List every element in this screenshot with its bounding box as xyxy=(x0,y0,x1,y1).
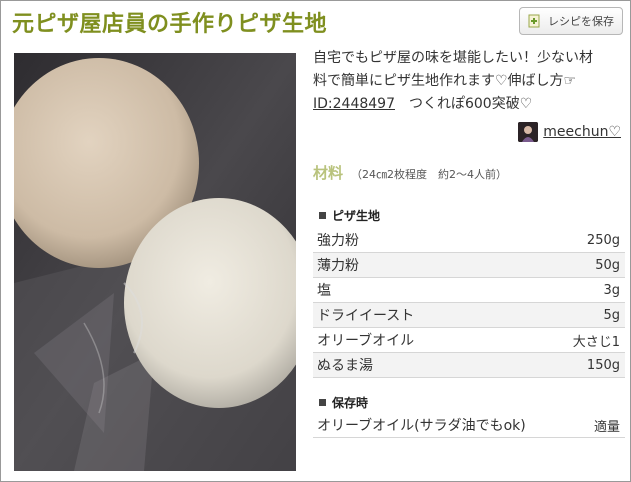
ingredient-name: 強力粉 xyxy=(317,233,359,249)
ingredient-row: 薄力粉 50g xyxy=(313,253,625,278)
ingredient-name: ぬるま湯 xyxy=(317,358,373,374)
ingredient-row: オリーブオイル 大さじ1 xyxy=(313,328,625,353)
description-line-3: ID:2448497 つくれぽ600突破♡ xyxy=(313,93,625,116)
ingredient-amount: 3g xyxy=(603,282,620,298)
author-block[interactable]: meechun♡ xyxy=(518,122,621,142)
ingredient-row: ドライイースト 5g xyxy=(313,303,625,328)
bookmark-plus-icon xyxy=(528,14,540,28)
recipe-photo xyxy=(14,53,296,471)
ingredient-row: オリーブオイル(サラダ油でもok) 適量 xyxy=(313,413,625,438)
ingredient-name: 薄力粉 xyxy=(317,258,359,274)
ingredient-amount: 150g xyxy=(586,357,620,373)
save-recipe-button[interactable]: レシピを保存 xyxy=(519,7,623,35)
ingredient-name: オリーブオイル xyxy=(317,333,415,349)
ingredient-amount: 適量 xyxy=(593,419,620,435)
description-tail: つくれぽ600突破♡ xyxy=(394,96,533,112)
section-title: ピザ生地 xyxy=(332,208,381,223)
ingredient-amount: 250g xyxy=(586,232,620,248)
ingredient-name: オリーブオイル(サラダ油でもok) xyxy=(317,418,526,434)
ingredient-name: ドライイースト xyxy=(317,308,415,324)
ingredients-title: 材料 xyxy=(313,164,344,182)
square-bullet-icon xyxy=(319,398,326,406)
avatar xyxy=(518,122,539,142)
ingredient-row: 塩 3g xyxy=(313,278,625,303)
ingredient-row: 強力粉 250g xyxy=(313,228,625,253)
description-line-2: 料で簡単にピザ生地作れます♡伸ばし方☞ xyxy=(313,73,577,89)
ingredient-name: 塩 xyxy=(317,283,331,299)
servings-note: （24㎝2枚程度 約2〜4人前） xyxy=(351,168,508,181)
save-recipe-label: レシピを保存 xyxy=(548,15,614,28)
ingredient-row: ぬるま湯 150g xyxy=(313,353,625,378)
square-bullet-icon xyxy=(319,211,326,219)
ingredient-amount: 5g xyxy=(603,307,620,323)
ingredient-section-header: 保存時 xyxy=(313,392,625,412)
ingredients-header: 材料 （24㎝2枚程度 約2〜4人前） xyxy=(313,162,507,183)
ingredient-amount: 大さじ1 xyxy=(572,334,620,350)
recipe-id-link[interactable]: ID:2448497 xyxy=(313,96,395,112)
recipe-title: 元ピザ屋店員の手作りピザ生地 xyxy=(12,12,328,37)
description-line-1: 自宅でもピザ屋の味を堪能したい！少ない材 xyxy=(313,50,593,66)
recipe-description: 自宅でもピザ屋の味を堪能したい！少ない材 料で簡単にピザ生地作れます♡伸ばし方☞… xyxy=(313,47,625,116)
pizza-dough-image xyxy=(14,53,296,471)
ingredient-amount: 50g xyxy=(595,257,620,273)
author-name-link[interactable]: meechun♡ xyxy=(543,124,621,140)
ingredient-section-header: ピザ生地 xyxy=(313,205,625,225)
section-title: 保存時 xyxy=(332,395,369,410)
